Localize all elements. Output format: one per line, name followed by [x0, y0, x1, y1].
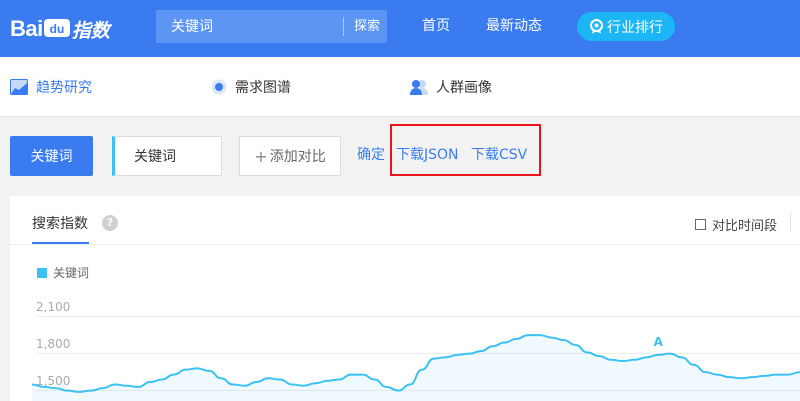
- explore-button[interactable]: 探索: [354, 17, 380, 36]
- keyword-button[interactable]: 关键词: [10, 136, 93, 176]
- tab-trend-research-label: 趋势研究: [36, 80, 92, 96]
- add-compare-label: 添加对比: [269, 149, 326, 165]
- keyword-field[interactable]: 关键词: [112, 136, 222, 176]
- series-area: [32, 335, 800, 401]
- search-index-panel: 搜索指数 ? 对比时间段 关键词 2,100 1,800 1,500 A: [10, 196, 800, 401]
- people-icon: [410, 79, 428, 95]
- svg-text:du: du: [49, 22, 64, 36]
- analysis-tabs: 趋势研究 需求图谱 人群画像: [0, 57, 800, 117]
- search-divider: [343, 17, 344, 36]
- industry-ranking-label: 行业排行: [607, 19, 663, 36]
- nav-latest-news[interactable]: 最新动态: [486, 17, 542, 36]
- logo-suffix: 指数: [71, 19, 110, 42]
- logo-text: Bai: [10, 16, 43, 41]
- add-compare-button[interactable]: + 添加对比: [239, 136, 341, 176]
- search-input[interactable]: [156, 10, 341, 43]
- paw-icon: du: [43, 15, 70, 43]
- confirm-link[interactable]: 确定: [357, 146, 385, 164]
- tab-trend-research[interactable]: 趋势研究: [10, 77, 92, 97]
- download-highlight-box: [390, 124, 541, 176]
- tab-crowd-portrait[interactable]: 人群画像: [410, 77, 492, 97]
- header-search: [156, 10, 387, 43]
- trend-icon: [10, 79, 28, 95]
- tab-crowd-portrait-label: 人群画像: [436, 80, 492, 96]
- nav-home[interactable]: 首页: [422, 17, 450, 36]
- target-icon: [211, 79, 227, 95]
- tab-demand-graph[interactable]: 需求图谱: [211, 77, 291, 97]
- plus-icon: +: [254, 146, 268, 166]
- keyword-value: 关键词: [134, 149, 176, 165]
- top-header: Bai du 指数 探索 首页 最新动态 行业排行: [0, 0, 800, 57]
- industry-ranking-button[interactable]: 行业排行: [577, 12, 675, 41]
- baidu-index-logo[interactable]: Bai du 指数: [10, 13, 110, 45]
- ranking-icon: [590, 19, 603, 34]
- tab-demand-graph-label: 需求图谱: [235, 80, 291, 96]
- annotation-marker[interactable]: A: [654, 335, 664, 349]
- search-index-chart[interactable]: A: [10, 196, 800, 401]
